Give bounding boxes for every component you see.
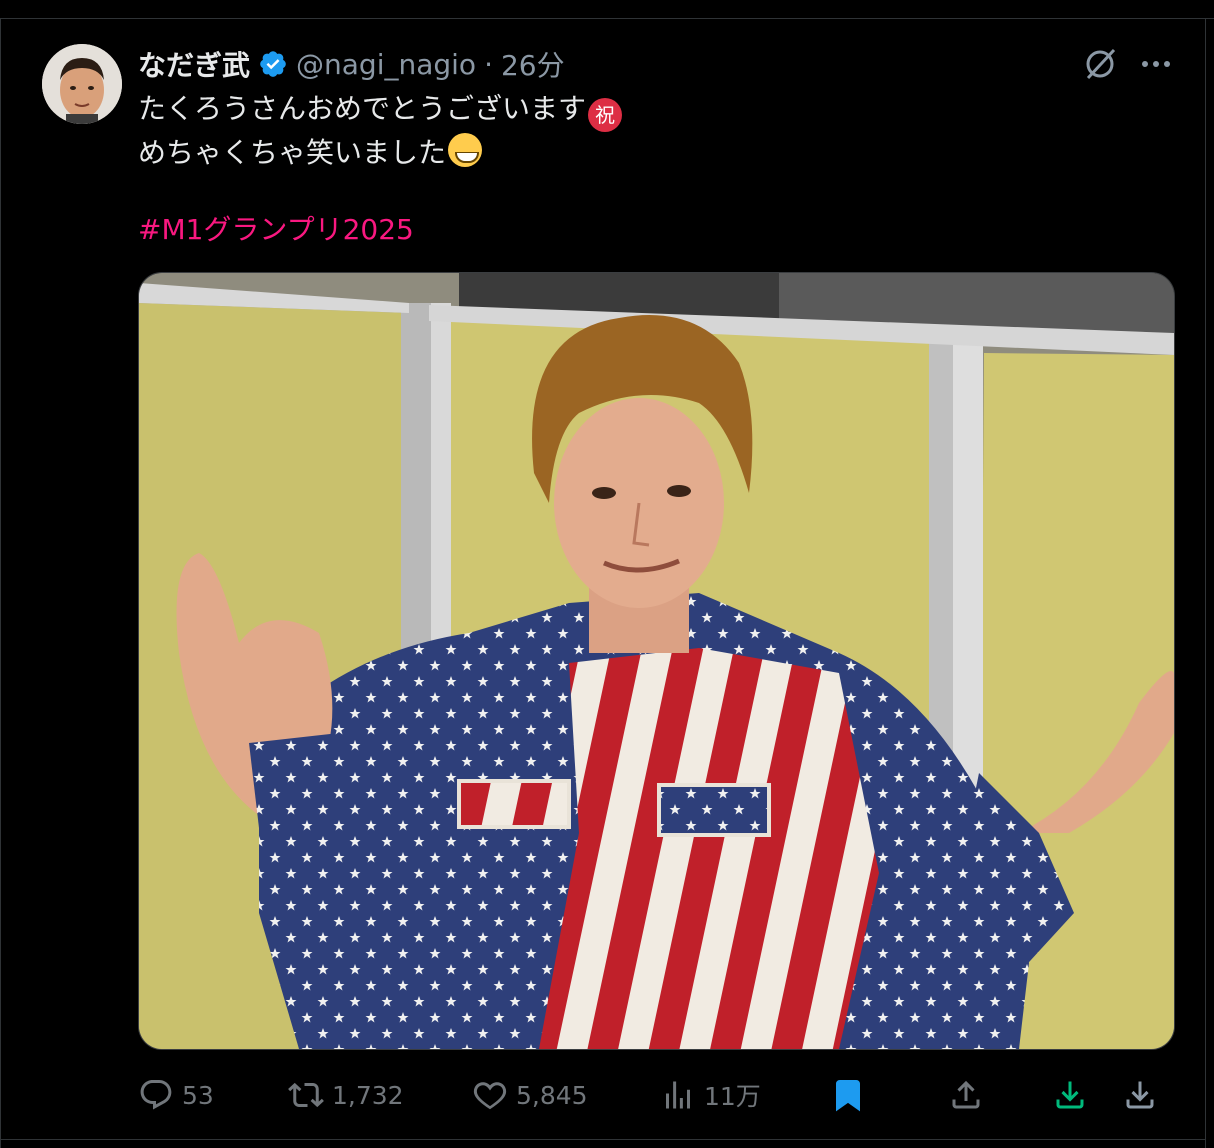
reply-count: 53: [182, 1080, 214, 1110]
post-text-line2: めちゃくちゃ笑いました: [138, 136, 447, 169]
laughing-emoji: [448, 133, 483, 167]
bookmark-button[interactable]: [830, 1072, 866, 1118]
post-photo[interactable]: [138, 272, 1175, 1050]
like-count: 5,845: [516, 1080, 588, 1110]
post-header: なだぎ武 @nagi_nagio · 26分: [138, 44, 565, 84]
action-bar: 53 1,732 5,845 11万: [138, 1072, 1168, 1118]
like-icon: [473, 1082, 507, 1110]
views-icon: [666, 1081, 690, 1109]
post-text: たくろうさんおめでとうございます祝 めちゃくちゃ笑いました: [138, 88, 1168, 174]
timeline-bottom-border: [0, 1139, 1206, 1140]
download-button[interactable]: [1052, 1072, 1088, 1118]
more-icon[interactable]: [1138, 52, 1174, 76]
repost-icon: [288, 1082, 324, 1108]
separator-dot: ·: [484, 47, 493, 81]
share-icon: [952, 1080, 980, 1109]
timestamp[interactable]: 26分: [501, 44, 565, 84]
reply-icon: [140, 1080, 172, 1110]
timeline-top-border: [0, 18, 1214, 19]
share-button[interactable]: [948, 1072, 984, 1118]
grok-icon[interactable]: [1082, 46, 1118, 82]
like-button[interactable]: 5,845: [472, 1072, 588, 1118]
post-text-line1: たくろうさんおめでとうございます: [138, 92, 587, 125]
views-count: 11万: [704, 1082, 761, 1111]
avatar[interactable]: [42, 44, 122, 124]
celebration-emoji: 祝: [588, 98, 623, 132]
views-button[interactable]: 11万: [660, 1072, 761, 1118]
display-name[interactable]: なだぎ武: [138, 44, 250, 84]
hashtag-link[interactable]: #M1グランプリ2025: [138, 208, 414, 248]
timeline-right-border: [1205, 18, 1206, 1148]
download-icon: [1056, 1081, 1084, 1109]
download-alt-icon: [1126, 1081, 1154, 1109]
bookmark-icon: [836, 1080, 860, 1112]
reply-button[interactable]: 53: [138, 1072, 214, 1118]
download-alt-button[interactable]: [1122, 1072, 1158, 1118]
photo-image: [139, 273, 1174, 1049]
repost-count: 1,732: [332, 1080, 404, 1110]
handle[interactable]: @nagi_nagio: [296, 48, 476, 81]
timeline-left-border: [0, 18, 1, 1148]
repost-button[interactable]: 1,732: [288, 1072, 404, 1118]
verified-badge-icon[interactable]: [258, 49, 288, 79]
